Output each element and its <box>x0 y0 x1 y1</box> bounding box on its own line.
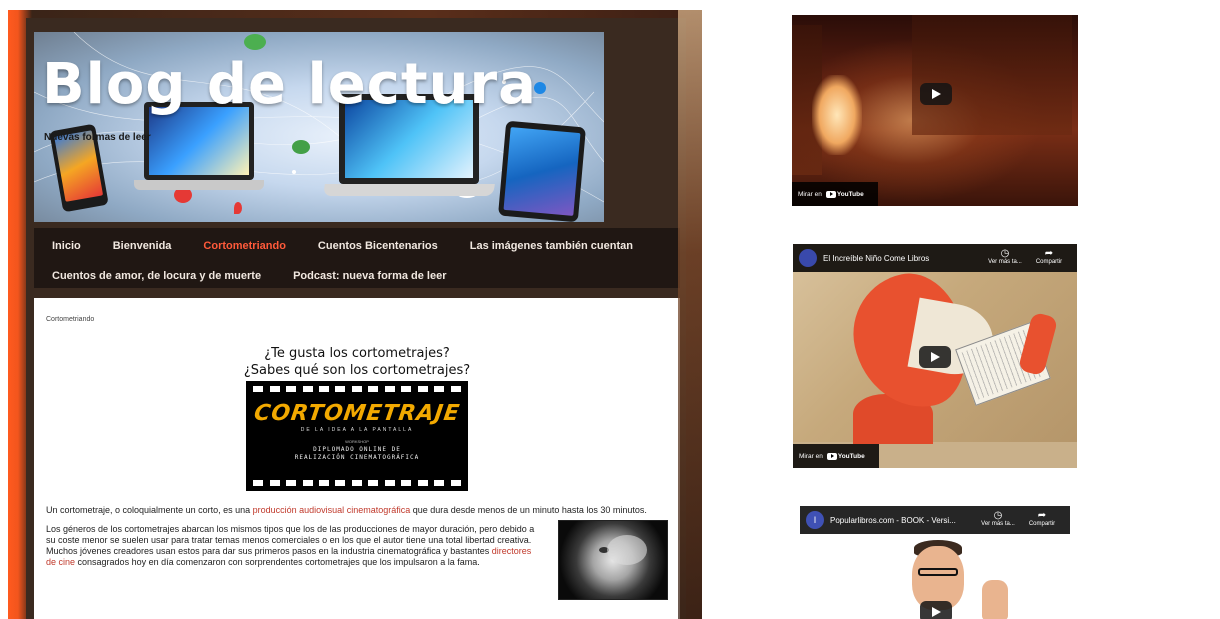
laptop-base-graphic <box>134 180 264 190</box>
blog-content-area: Blog de lectura Nuevas formas de leer In… <box>26 18 686 619</box>
video-title-bar: I Popularlibros.com - BOOK - Versi... ◷ V… <box>800 506 1070 534</box>
window-light <box>812 75 862 155</box>
clock-icon: ◷ <box>1000 248 1010 259</box>
watch-on-label: Mirar en <box>798 190 822 198</box>
share-label: Compartir <box>1035 259 1063 265</box>
nav-item-cuentos-de-amor[interactable]: Cuentos de amor, de locura y de muerte <box>42 270 269 282</box>
nav-item-cortometriando[interactable]: Cortometriando <box>193 240 294 252</box>
watch-later-button[interactable]: ◷ Ver más ta... <box>976 510 1020 528</box>
para1-text: Un cortometraje, o coloquialmente un cor… <box>46 505 253 515</box>
poster-logo: CORTOMETRAJE <box>252 401 462 426</box>
channel-avatar[interactable] <box>799 249 817 267</box>
question-line-1: ¿Te gusta los cortometrajes? <box>264 346 450 361</box>
video-title-bar: El Increíble Niño Come Libros ◷ Ver más t… <box>793 244 1077 272</box>
link-produccion-audiovisual[interactable]: producción audiovisual <box>253 505 345 515</box>
link-cinematografica[interactable]: cinematográfica <box>347 505 411 515</box>
header-banner[interactable]: Blog de lectura Nuevas formas de leer <box>34 32 604 222</box>
post-paragraph-2-wrapper: Los géneros de los cortometrajes abarcan… <box>46 520 668 600</box>
blog-description: Nuevas formas de leer <box>44 132 151 143</box>
share-label: Compartir <box>1028 521 1056 527</box>
nav-item-bienvenida[interactable]: Bienvenida <box>103 240 180 252</box>
poster-small-text: WORKSHOP <box>345 439 369 444</box>
map-pin-icon <box>234 202 242 214</box>
tablet-graphic <box>498 120 586 222</box>
share-arrow-icon: ➦ <box>1044 248 1054 259</box>
nav-row-1: Inicio Bienvenida Cortometriando Cuentos… <box>42 234 672 258</box>
poster-course-line-1: DIPLOMADO ONLINE DE <box>313 446 401 453</box>
poster-course-line-2: REALIZACIÓN CINEMATOGRÁFICA <box>294 454 420 461</box>
blog-page: Blog de lectura Nuevas formas de leer In… <box>8 10 702 619</box>
youtube-logo-text: YouTube <box>836 190 864 198</box>
main-navigation: Inicio Bienvenida Cortometriando Cuentos… <box>34 228 680 288</box>
para1-text-end: que dura desde menos de un minuto hasta … <box>410 505 647 515</box>
play-button[interactable] <box>919 346 951 368</box>
cortometraje-poster-image: CORTOMETRAJE DE LA IDEA A LA PANTALLA WO… <box>246 381 468 491</box>
watch-on-youtube-link[interactable]: Mirar en YouTube <box>793 444 879 468</box>
watch-later-label: Ver más ta... <box>988 259 1022 265</box>
youtube-logo-text: YouTube <box>837 452 865 460</box>
channel-avatar[interactable]: I <box>806 511 824 529</box>
poster-course-text: DIPLOMADO ONLINE DE REALIZACIÓN CINEMATO… <box>246 446 468 462</box>
chat-bubble-icon <box>292 140 310 154</box>
post-paragraph-2: Los géneros de los cortometrajes abarcan… <box>46 524 536 568</box>
video-title[interactable]: Popularlibros.com - BOOK - Versi... <box>830 516 976 525</box>
blog-post: Cortometriando ¿Te gusta los cortometraj… <box>34 298 680 619</box>
watch-on-label: Mirar en <box>799 452 823 460</box>
watch-later-label: Ver más ta... <box>981 521 1015 527</box>
youtube-logo-icon: YouTube <box>825 190 864 198</box>
watch-later-button[interactable]: ◷ Ver más ta... <box>983 248 1027 266</box>
clock-icon: ◷ <box>993 510 1003 521</box>
nav-item-inicio[interactable]: Inicio <box>42 240 89 252</box>
blog-title[interactable]: Blog de lectura <box>42 52 537 117</box>
nav-row-2: Cuentos de amor, de locura y de muerte P… <box>42 264 672 288</box>
para2-text: Los géneros de los cortometrajes abarcan… <box>46 524 535 556</box>
page-label: Cortometriando <box>46 316 95 323</box>
video-title[interactable]: El Increíble Niño Come Libros <box>823 254 983 263</box>
para2-text-end: consagrados hoy en día comenzaron con so… <box>75 557 480 567</box>
nav-item-cuentos-bicentenarios[interactable]: Cuentos Bicentenarios <box>308 240 446 252</box>
nav-item-imagenes-tambien-cuentan[interactable]: Las imágenes también cuentan <box>460 240 641 252</box>
post-heading: ¿Te gusta los cortometrajes? ¿Sabes qué … <box>46 345 668 379</box>
bookshelf-background <box>912 15 1072 135</box>
film-strip-top <box>246 383 468 395</box>
laptop-base-graphic-2 <box>323 184 495 196</box>
question-line-2: ¿Sabes qué son los cortometrajes? <box>243 363 471 378</box>
video-player-1[interactable]: Mirar en YouTube <box>792 15 1078 206</box>
watch-on-youtube-link[interactable]: Mirar en YouTube <box>792 182 878 206</box>
poster-subtitle: DE LA IDEA A LA PANTALLA <box>300 427 414 433</box>
share-arrow-icon: ➦ <box>1037 510 1047 521</box>
video-player-3[interactable]: I Popularlibros.com - BOOK - Versi... ◷ V… <box>800 506 1070 619</box>
play-button[interactable] <box>920 601 952 619</box>
person-hand <box>982 580 1008 619</box>
video-player-2[interactable]: El Increíble Niño Come Libros ◷ Ver más t… <box>793 244 1077 468</box>
youtube-logo-icon: YouTube <box>826 452 865 460</box>
film-strip-bottom <box>246 477 468 489</box>
cloud-icon <box>244 34 266 50</box>
play-button[interactable] <box>920 83 952 105</box>
share-button[interactable]: ➦ Compartir <box>1020 510 1064 528</box>
moon-film-still-image <box>558 520 668 600</box>
person-glasses <box>918 568 958 576</box>
nav-item-podcast[interactable]: Podcast: nueva forma de leer <box>283 270 454 282</box>
share-button[interactable]: ➦ Compartir <box>1027 248 1071 266</box>
post-paragraph-1: Un cortometraje, o coloquialmente un cor… <box>46 505 668 516</box>
